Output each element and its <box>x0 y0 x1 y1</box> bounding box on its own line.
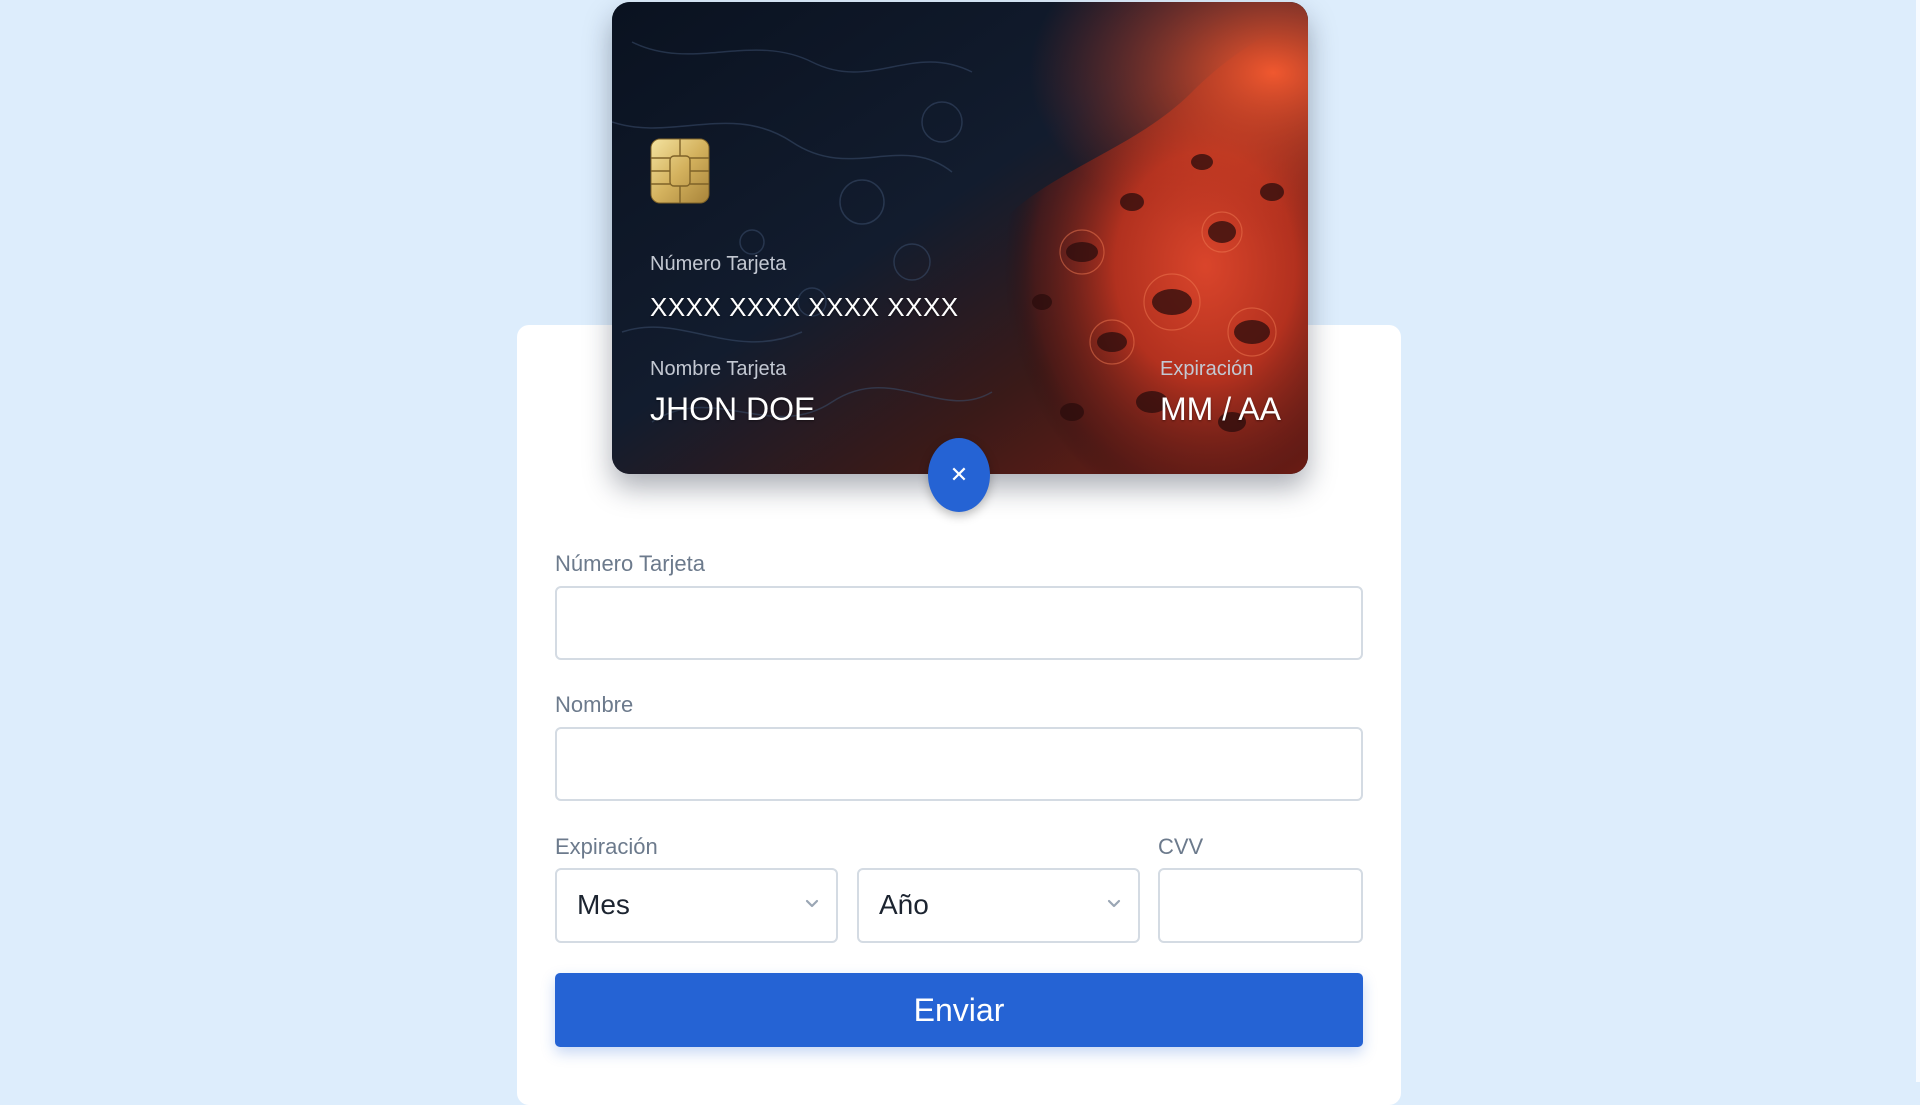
card-number-label: Número Tarjeta <box>650 253 787 275</box>
card-name-label: Nombre Tarjeta <box>650 358 787 380</box>
card-expiry-display: MM / AA <box>1160 391 1281 427</box>
cvv-field-label: CVV <box>1158 834 1204 859</box>
month-select[interactable]: Mes <box>555 868 838 943</box>
cvv-input[interactable] <box>1158 868 1363 943</box>
year-select-value: Año <box>879 889 929 920</box>
card-number-display: XXXX XXXX XXXX XXXX <box>650 292 959 322</box>
chevron-down-icon <box>805 899 819 908</box>
credit-card-preview[interactable]: Número Tarjeta XXXX XXXX XXXX XXXX Nombr… <box>612 2 1308 474</box>
card-number-field-label: Número Tarjeta <box>555 551 705 576</box>
card-number-input[interactable] <box>555 586 1363 660</box>
name-input[interactable] <box>555 727 1363 801</box>
chevron-down-icon <box>1107 899 1121 908</box>
card-name-display: JHON DOE <box>650 391 816 427</box>
card-expiry-label: Expiración <box>1160 358 1254 380</box>
close-icon[interactable]: ✕ <box>928 438 990 512</box>
month-select-value: Mes <box>577 889 630 920</box>
year-select[interactable]: Año <box>857 868 1140 943</box>
name-field-label: Nombre <box>555 692 634 717</box>
expiry-field-label: Expiración <box>555 834 658 859</box>
submit-button[interactable]: Enviar <box>555 973 1363 1047</box>
chip-icon <box>650 138 710 204</box>
page-edge <box>1916 0 1920 1082</box>
